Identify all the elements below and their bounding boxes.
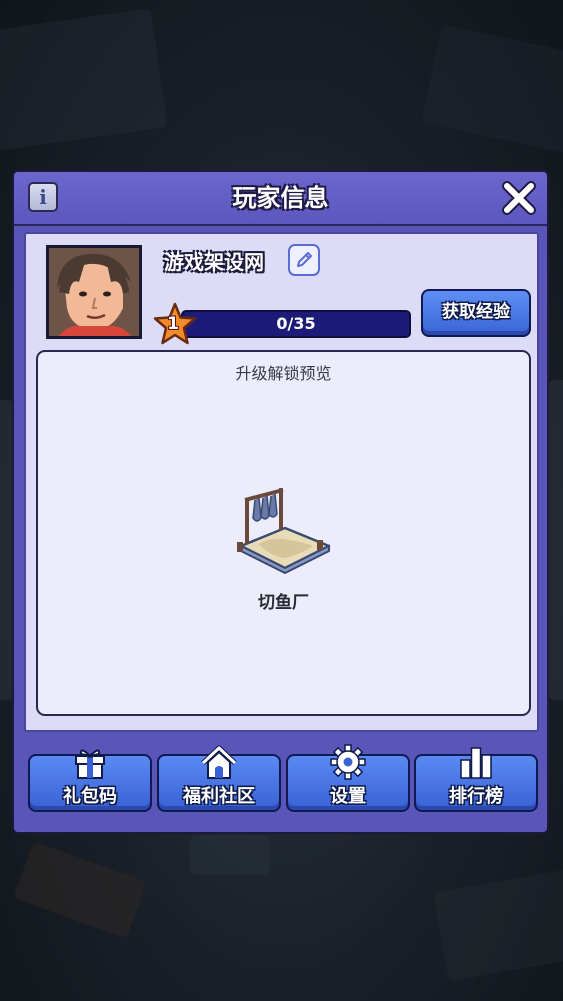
edit-name-button[interactable] — [288, 244, 320, 276]
xp-progress-bar: 0/35 — [181, 310, 411, 338]
xp-progress-text: 0/35 — [276, 314, 316, 333]
background-scene — [0, 8, 168, 152]
unlock-item-name: 切鱼厂 — [258, 593, 309, 613]
background-scene — [548, 380, 563, 700]
player-info-dialog: i 玩家信息 游戏架设网 0/35 1 获取经验 升级解锁预览 切鱼厂 礼包码 … — [12, 170, 549, 834]
nav-label: 排行榜 — [449, 786, 503, 807]
fish-factory-building-icon — [237, 488, 331, 575]
pencil-icon — [297, 252, 312, 267]
gift-icon — [75, 749, 105, 779]
unlock-preview-title: 升级解锁预览 — [235, 364, 332, 383]
gift-code-button[interactable]: 礼包码 — [28, 749, 152, 812]
background-scene — [421, 24, 563, 156]
close-icon — [502, 181, 536, 215]
dialog-header: i 玩家信息 — [14, 172, 547, 226]
background-scene — [433, 868, 563, 982]
house-icon — [201, 745, 237, 779]
player-level: 1 — [167, 314, 179, 334]
nav-label: 礼包码 — [63, 786, 117, 807]
dialog-title: 玩家信息 — [232, 184, 329, 212]
avatar[interactable] — [46, 245, 142, 339]
info-content: 游戏架设网 0/35 1 获取经验 升级解锁预览 切鱼厂 — [24, 232, 539, 732]
close-button[interactable] — [499, 178, 539, 218]
settings-button[interactable]: 设置 — [286, 744, 410, 812]
get-experience-button[interactable]: 获取经验 — [421, 289, 531, 337]
bottom-nav: 礼包码 福利社区 设置 排行榜 — [28, 744, 538, 814]
background-scene — [13, 841, 147, 939]
community-button[interactable]: 福利社区 — [157, 745, 281, 812]
leaderboard-icon — [460, 747, 492, 779]
player-name: 游戏架设网 — [164, 250, 264, 274]
nav-label: 福利社区 — [183, 786, 255, 807]
leaderboard-button[interactable]: 排行榜 — [414, 747, 538, 812]
background-scene — [190, 835, 270, 875]
gear-icon — [330, 744, 366, 780]
nav-label: 设置 — [330, 786, 366, 807]
unlock-preview-panel: 升级解锁预览 切鱼厂 — [36, 350, 531, 716]
